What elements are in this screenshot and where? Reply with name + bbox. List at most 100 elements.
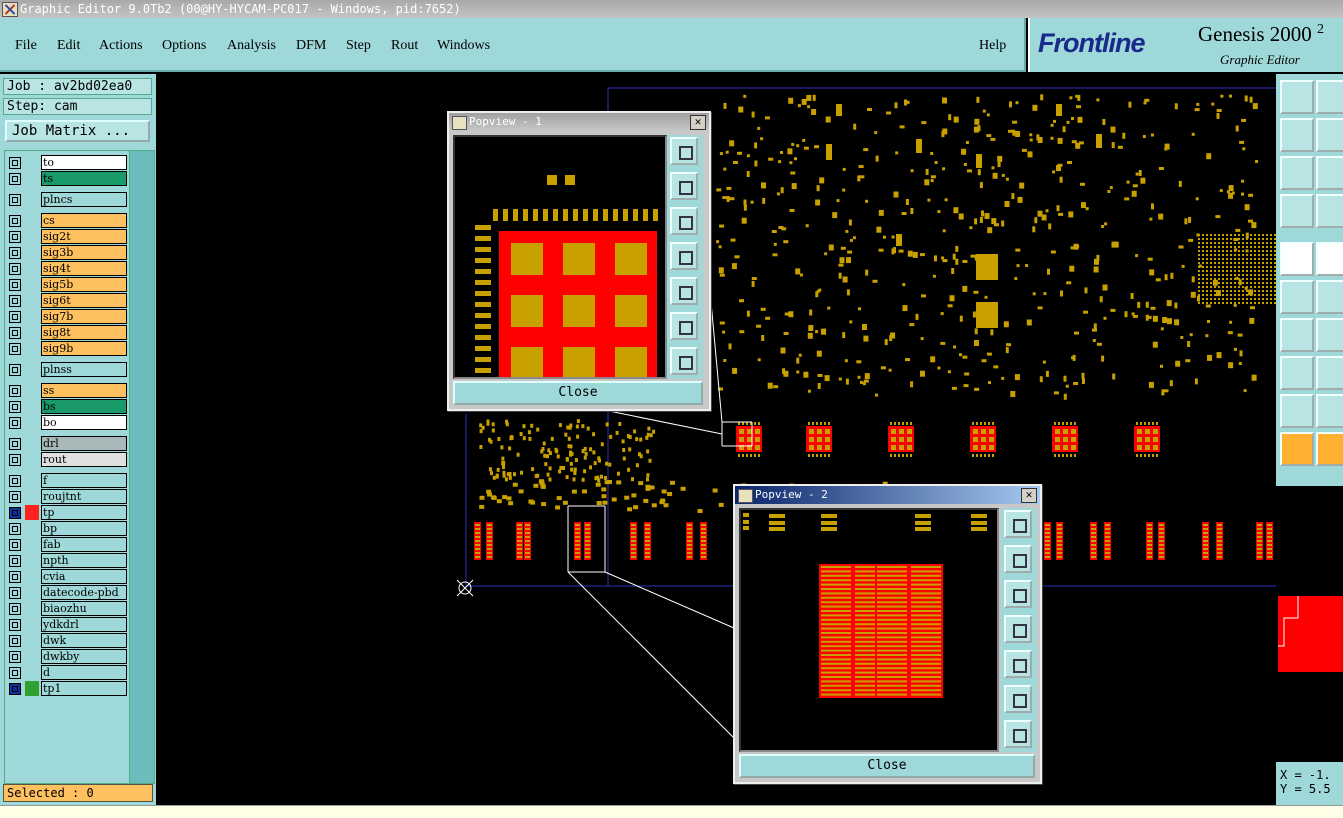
- menu-options[interactable]: Options: [162, 38, 206, 54]
- menu-step[interactable]: Step: [346, 38, 371, 54]
- menu-help[interactable]: Help: [979, 38, 1006, 54]
- layer-name[interactable]: sig2t: [41, 229, 127, 244]
- layer-name[interactable]: bo: [41, 415, 127, 430]
- pan-left-tool-button[interactable]: [1280, 118, 1314, 152]
- layer-row-dwkby[interactable]: dwkby: [5, 649, 129, 664]
- layer-checkbox[interactable]: [9, 507, 21, 519]
- layer-checkbox[interactable]: [9, 539, 21, 551]
- layer-checkbox[interactable]: [9, 683, 21, 695]
- layer-checkbox[interactable]: [9, 619, 21, 631]
- menu-analysis[interactable]: Analysis: [227, 38, 276, 54]
- layer-row-sig9b[interactable]: sig9b: [5, 341, 129, 356]
- layer-row-cvia[interactable]: cvia: [5, 569, 129, 584]
- layer-name[interactable]: ts: [41, 171, 127, 186]
- layer-row-ss[interactable]: ss: [5, 383, 129, 398]
- layer-checkbox[interactable]: [9, 401, 21, 413]
- measure-tool-button[interactable]: [1280, 194, 1314, 228]
- layer-name[interactable]: fab: [41, 537, 127, 552]
- popview-1-window[interactable]: Popview - 1 ✕ Close: [447, 111, 711, 411]
- layer-name[interactable]: plnss: [41, 362, 127, 377]
- layer-row-sig8t[interactable]: sig8t: [5, 325, 129, 340]
- layer-name[interactable]: cvia: [41, 569, 127, 584]
- pan-down-button[interactable]: [670, 207, 698, 235]
- layer-name[interactable]: rout: [41, 452, 127, 467]
- layer-row-sig7b[interactable]: sig7b: [5, 309, 129, 324]
- layer-row-biaozhu[interactable]: biaozhu: [5, 601, 129, 616]
- draw-tool-button[interactable]: [1316, 394, 1343, 428]
- menu-actions[interactable]: Actions: [99, 38, 143, 54]
- layer-row-ydkdrl[interactable]: ydkdrl: [5, 617, 129, 632]
- layer-checkbox[interactable]: [9, 417, 21, 429]
- layer-checkbox[interactable]: [9, 571, 21, 583]
- layer-name[interactable]: bp: [41, 521, 127, 536]
- layer-checkbox[interactable]: [9, 215, 21, 227]
- menu-rout[interactable]: Rout: [391, 38, 418, 54]
- layer-name[interactable]: datecode-pbd: [41, 585, 127, 600]
- layer-name[interactable]: tp: [41, 505, 127, 520]
- layer-name[interactable]: f: [41, 473, 127, 488]
- layer-checkbox[interactable]: [9, 587, 21, 599]
- connect-tool-button[interactable]: [1316, 280, 1343, 314]
- zoom-home-button[interactable]: [1004, 510, 1032, 538]
- layer-name[interactable]: sig3b: [41, 245, 127, 260]
- close-icon[interactable]: ✕: [1021, 488, 1037, 503]
- layer-name[interactable]: cs: [41, 213, 127, 228]
- layer-row-sig5b[interactable]: sig5b: [5, 277, 129, 292]
- popview-2-view[interactable]: [739, 508, 999, 752]
- grid-tool-button[interactable]: [1316, 194, 1343, 228]
- layer-name[interactable]: roujtnt: [41, 489, 127, 504]
- pan-up-button[interactable]: [1004, 545, 1032, 573]
- layer-row-drl[interactable]: drl: [5, 436, 129, 451]
- layer-checkbox[interactable]: [9, 279, 21, 291]
- pointer-area-tool-button[interactable]: [1316, 432, 1343, 466]
- layer-checkbox[interactable]: [9, 555, 21, 567]
- layer-checkbox[interactable]: [9, 327, 21, 339]
- zoom-in-button[interactable]: [670, 312, 698, 340]
- layer-row-sig6t[interactable]: sig6t: [5, 293, 129, 308]
- pan-right-tool-button[interactable]: [1316, 118, 1343, 152]
- pan-right-button[interactable]: [1004, 650, 1032, 678]
- zoom-area-tool-button[interactable]: [1316, 156, 1343, 190]
- layer-name[interactable]: sig4t: [41, 261, 127, 276]
- zoom-out-button[interactable]: [670, 347, 698, 375]
- layer-list-scrollbar[interactable]: [129, 150, 155, 784]
- layer-checkbox[interactable]: [9, 491, 21, 503]
- zoom-in-button[interactable]: [1004, 685, 1032, 713]
- layer-row-sig4t[interactable]: sig4t: [5, 261, 129, 276]
- layer-checkbox[interactable]: [9, 173, 21, 185]
- layer-name[interactable]: plncs: [41, 192, 127, 207]
- layer-checkbox[interactable]: [9, 263, 21, 275]
- add-pad-tool-button[interactable]: [1280, 280, 1314, 314]
- popview-1-close-button[interactable]: Close: [453, 381, 703, 405]
- layer-checkbox[interactable]: [9, 247, 21, 259]
- layer-checkbox[interactable]: [9, 343, 21, 355]
- menu-file[interactable]: File: [15, 38, 37, 54]
- pan-up-tool-button[interactable]: [1316, 80, 1343, 114]
- layer-row-bp[interactable]: bp: [5, 521, 129, 536]
- zoom-home-tool-button[interactable]: [1280, 80, 1314, 114]
- pan-left-button[interactable]: [1004, 615, 1032, 643]
- popview-1-view[interactable]: [453, 135, 667, 379]
- layer-name[interactable]: sig5b: [41, 277, 127, 292]
- layer-name[interactable]: ss: [41, 383, 127, 398]
- layer-row-plncs[interactable]: plncs: [5, 192, 129, 207]
- pcb-drawing[interactable]: [156, 74, 1276, 805]
- layer-name[interactable]: bs: [41, 399, 127, 414]
- layer-name[interactable]: d: [41, 665, 127, 680]
- job-matrix-button[interactable]: Job Matrix ...: [5, 120, 150, 142]
- layer-checkbox[interactable]: [9, 295, 21, 307]
- layer-row-datecode-pbd[interactable]: datecode-pbd: [5, 585, 129, 600]
- polygon-tool-button[interactable]: [1280, 394, 1314, 428]
- pan-left-button[interactable]: [670, 242, 698, 270]
- layer-row-npth[interactable]: npth: [5, 553, 129, 568]
- popview-2-window[interactable]: Popview - 2 ✕ Close: [733, 484, 1042, 784]
- layer-checkbox[interactable]: [9, 438, 21, 450]
- color-layer-tool-button[interactable]: [1316, 356, 1343, 390]
- popview-1-title-bar[interactable]: Popview - 1 ✕: [449, 113, 709, 131]
- layer-name[interactable]: sig7b: [41, 309, 127, 324]
- layer-checkbox[interactable]: [9, 635, 21, 647]
- layer-checkbox[interactable]: [9, 364, 21, 376]
- layer-name[interactable]: tp1: [41, 681, 127, 696]
- window-title-bar[interactable]: Graphic Editor 9.0Tb2 (00@HY-HYCAM-PC017…: [0, 0, 1343, 18]
- zoom-home-button[interactable]: [670, 137, 698, 165]
